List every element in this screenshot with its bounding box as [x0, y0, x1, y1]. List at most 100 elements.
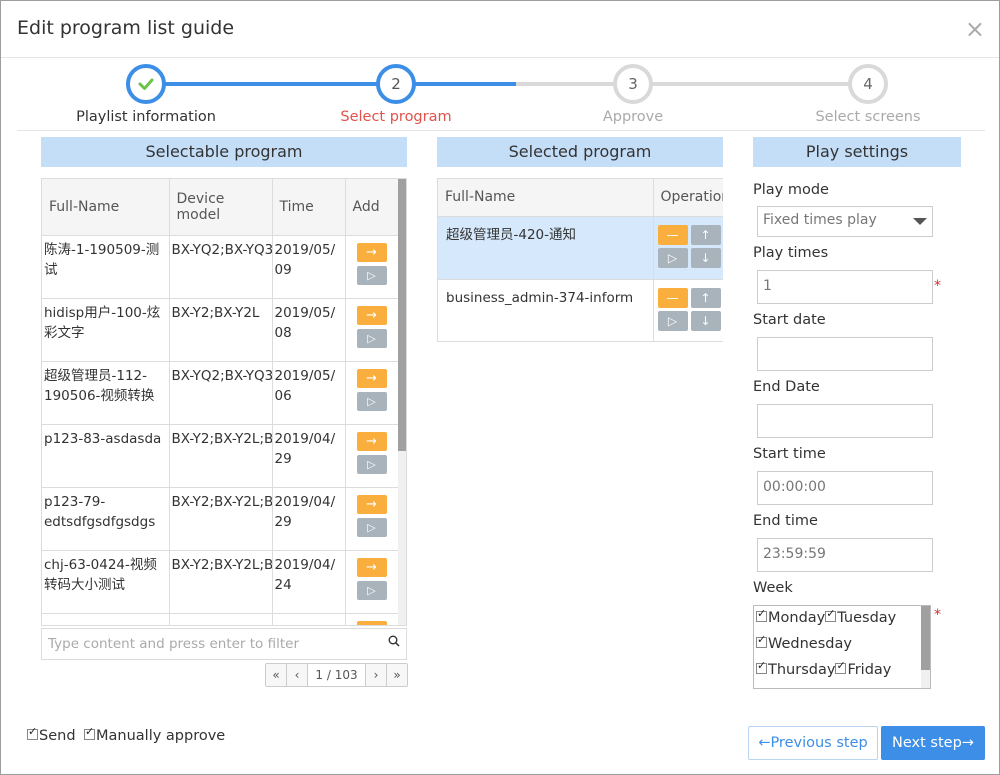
thursday-checkbox[interactable]: [756, 659, 767, 674]
start-date-label: Start date: [753, 312, 826, 328]
play-icon[interactable]: ▷: [356, 517, 387, 537]
add-actions: →▷: [345, 235, 399, 299]
selected-program-header: Selected program: [437, 137, 723, 167]
device-model: BX-YQ2;BX-YQ3: [169, 361, 273, 425]
add-actions: →▷: [345, 613, 399, 625]
last-page-button[interactable]: »: [387, 664, 407, 686]
program-time: 2019/04/24: [272, 550, 346, 614]
arrow-down-icon[interactable]: ↓: [690, 247, 721, 268]
step-1-circle[interactable]: [126, 64, 166, 104]
program-time: 2019/04/29: [272, 424, 346, 488]
end-date-input[interactable]: [757, 404, 933, 438]
selectable-program-table: Full-Name Device model Time Add 陈涛-1-190…: [41, 178, 407, 626]
minus-icon[interactable]: —: [657, 224, 688, 245]
start-date-input[interactable]: [757, 337, 933, 371]
program-name: [42, 613, 170, 625]
week-scrollbar-thumb[interactable]: [921, 606, 930, 670]
previous-step-button[interactable]: ←Previous step: [748, 726, 878, 760]
table-scrollbar[interactable]: [398, 179, 406, 625]
send-label: Send: [39, 728, 76, 744]
prev-page-button[interactable]: ‹: [287, 664, 308, 686]
play-icon[interactable]: ▷: [356, 328, 387, 348]
week-scrollbar[interactable]: [921, 606, 930, 688]
step-connector-done: [146, 82, 396, 86]
play-icon[interactable]: ▷: [356, 391, 387, 411]
col-device-model[interactable]: Device model: [169, 179, 273, 236]
wednesday-checkbox[interactable]: [756, 633, 767, 648]
step-2-circle[interactable]: 2: [376, 64, 416, 104]
selectable-program-header: Selectable program: [41, 137, 407, 167]
step-2-label: Select program: [340, 109, 452, 125]
table-row[interactable]: →▷: [42, 613, 399, 625]
play-mode-select[interactable]: Fixed times play: [757, 206, 933, 237]
selected-program-name: business_admin-374-inform: [438, 279, 654, 341]
manual-approve-checkbox[interactable]: [84, 725, 95, 740]
thursday-label: Thursday: [768, 662, 836, 678]
wednesday-label: Wednesday: [768, 636, 852, 652]
col-full-name[interactable]: Full-Name: [438, 179, 654, 217]
stepper: 2 3 4 Playlist information Select progra…: [1, 61, 999, 131]
friday-checkbox[interactable]: [835, 659, 847, 674]
end-time-label: End time: [753, 513, 818, 529]
monday-label: Monday: [768, 610, 826, 626]
table-row[interactable]: 陈涛-1-190509-测试 BX-YQ2;BX-YQ3 2019/05/09 → ▷: [42, 235, 399, 299]
search-icon[interactable]: [388, 635, 400, 651]
add-actions: →▷: [345, 550, 399, 614]
first-page-button[interactable]: «: [266, 664, 287, 686]
end-time-input[interactable]: 23:59:59: [757, 538, 933, 572]
arrow-down-icon[interactable]: ↓: [690, 310, 721, 331]
play-icon[interactable]: ▷: [356, 454, 387, 474]
play-icon[interactable]: ▷: [657, 247, 688, 268]
arrow-right-icon[interactable]: →: [356, 494, 387, 514]
arrow-right-icon[interactable]: →: [356, 305, 387, 325]
filter-input[interactable]: [46, 630, 376, 658]
week-row: Thursday Friday: [756, 659, 891, 678]
table-row[interactable]: hidisp用户-100-炫彩文字 BX-Y2;BX-Y2L 2019/05/08 →…: [42, 298, 399, 362]
end-date-label: End Date: [753, 379, 820, 395]
step-3-circle[interactable]: 3: [613, 64, 653, 104]
tuesday-checkbox[interactable]: [825, 607, 837, 622]
table-row[interactable]: 超级管理员-420-通知 — ↑ ▷ ↓: [438, 216, 723, 280]
col-full-name[interactable]: Full-Name: [42, 179, 170, 236]
step-4-circle[interactable]: 4: [848, 64, 888, 104]
col-time[interactable]: Time: [272, 179, 346, 236]
table-row[interactable]: business_admin-374-inform — ↑ ▷ ↓: [438, 279, 723, 341]
device-model: BX-Y2;BX-Y2L: [169, 298, 273, 362]
table-row[interactable]: 超级管理员-112-190506-视频转换 BX-YQ2;BX-YQ3 2019/0…: [42, 361, 399, 425]
table-row[interactable]: p123-83-asdasda BX-Y2;BX-Y2L;B 2019/04/29 →…: [42, 424, 399, 488]
pagination: « ‹ 1 / 103 › »: [265, 663, 408, 687]
edit-program-dialog: Edit program list guide × 2 3 4 Playlist…: [0, 0, 1000, 775]
program-name: 陈涛-1-190509-测试: [42, 235, 170, 299]
minus-icon[interactable]: —: [657, 287, 688, 308]
play-icon[interactable]: ▷: [356, 580, 387, 600]
arrow-right-icon[interactable]: →: [356, 368, 387, 388]
close-icon[interactable]: ×: [965, 17, 985, 41]
send-checkbox[interactable]: [27, 725, 38, 740]
page-indicator[interactable]: 1 / 103: [308, 664, 366, 686]
play-icon[interactable]: ▷: [356, 265, 387, 285]
device-model: BX-Y2;BX-Y2L;B: [169, 424, 273, 488]
table-scrollbar-thumb[interactable]: [398, 179, 406, 451]
arrow-right-icon[interactable]: →: [356, 242, 387, 262]
start-time-input[interactable]: 00:00:00: [757, 471, 933, 505]
arrow-right-icon[interactable]: →: [356, 431, 387, 451]
play-settings-header: Play settings: [753, 137, 961, 167]
arrow-right-icon[interactable]: →: [356, 620, 387, 625]
arrow-right-icon[interactable]: →: [356, 557, 387, 577]
check-icon: [138, 78, 154, 90]
arrow-up-icon[interactable]: ↑: [690, 287, 721, 308]
table-row[interactable]: p123-79-edtsdfgsdfgsdgs BX-Y2;BX-Y2L;B 201…: [42, 487, 399, 551]
manual-approve-option[interactable]: Manually approve: [84, 725, 225, 744]
step-1-label: Playlist information: [76, 109, 216, 125]
monday-checkbox[interactable]: [756, 607, 767, 622]
step-connector-pending: [516, 82, 868, 86]
arrow-up-icon[interactable]: ↑: [690, 224, 721, 245]
next-page-button[interactable]: ›: [366, 664, 387, 686]
next-step-button[interactable]: Next step→: [881, 726, 985, 760]
send-option[interactable]: Send: [27, 725, 76, 744]
play-times-input[interactable]: 1: [757, 270, 933, 304]
play-icon[interactable]: ▷: [657, 310, 688, 331]
week-row: Monday Tuesday: [756, 607, 896, 626]
table-row[interactable]: chj-63-0424-视频转码大小测试 BX-Y2;BX-Y2L;B 2019/0…: [42, 550, 399, 614]
program-name: p123-79-edtsdfgsdfgsdgs: [42, 487, 170, 551]
